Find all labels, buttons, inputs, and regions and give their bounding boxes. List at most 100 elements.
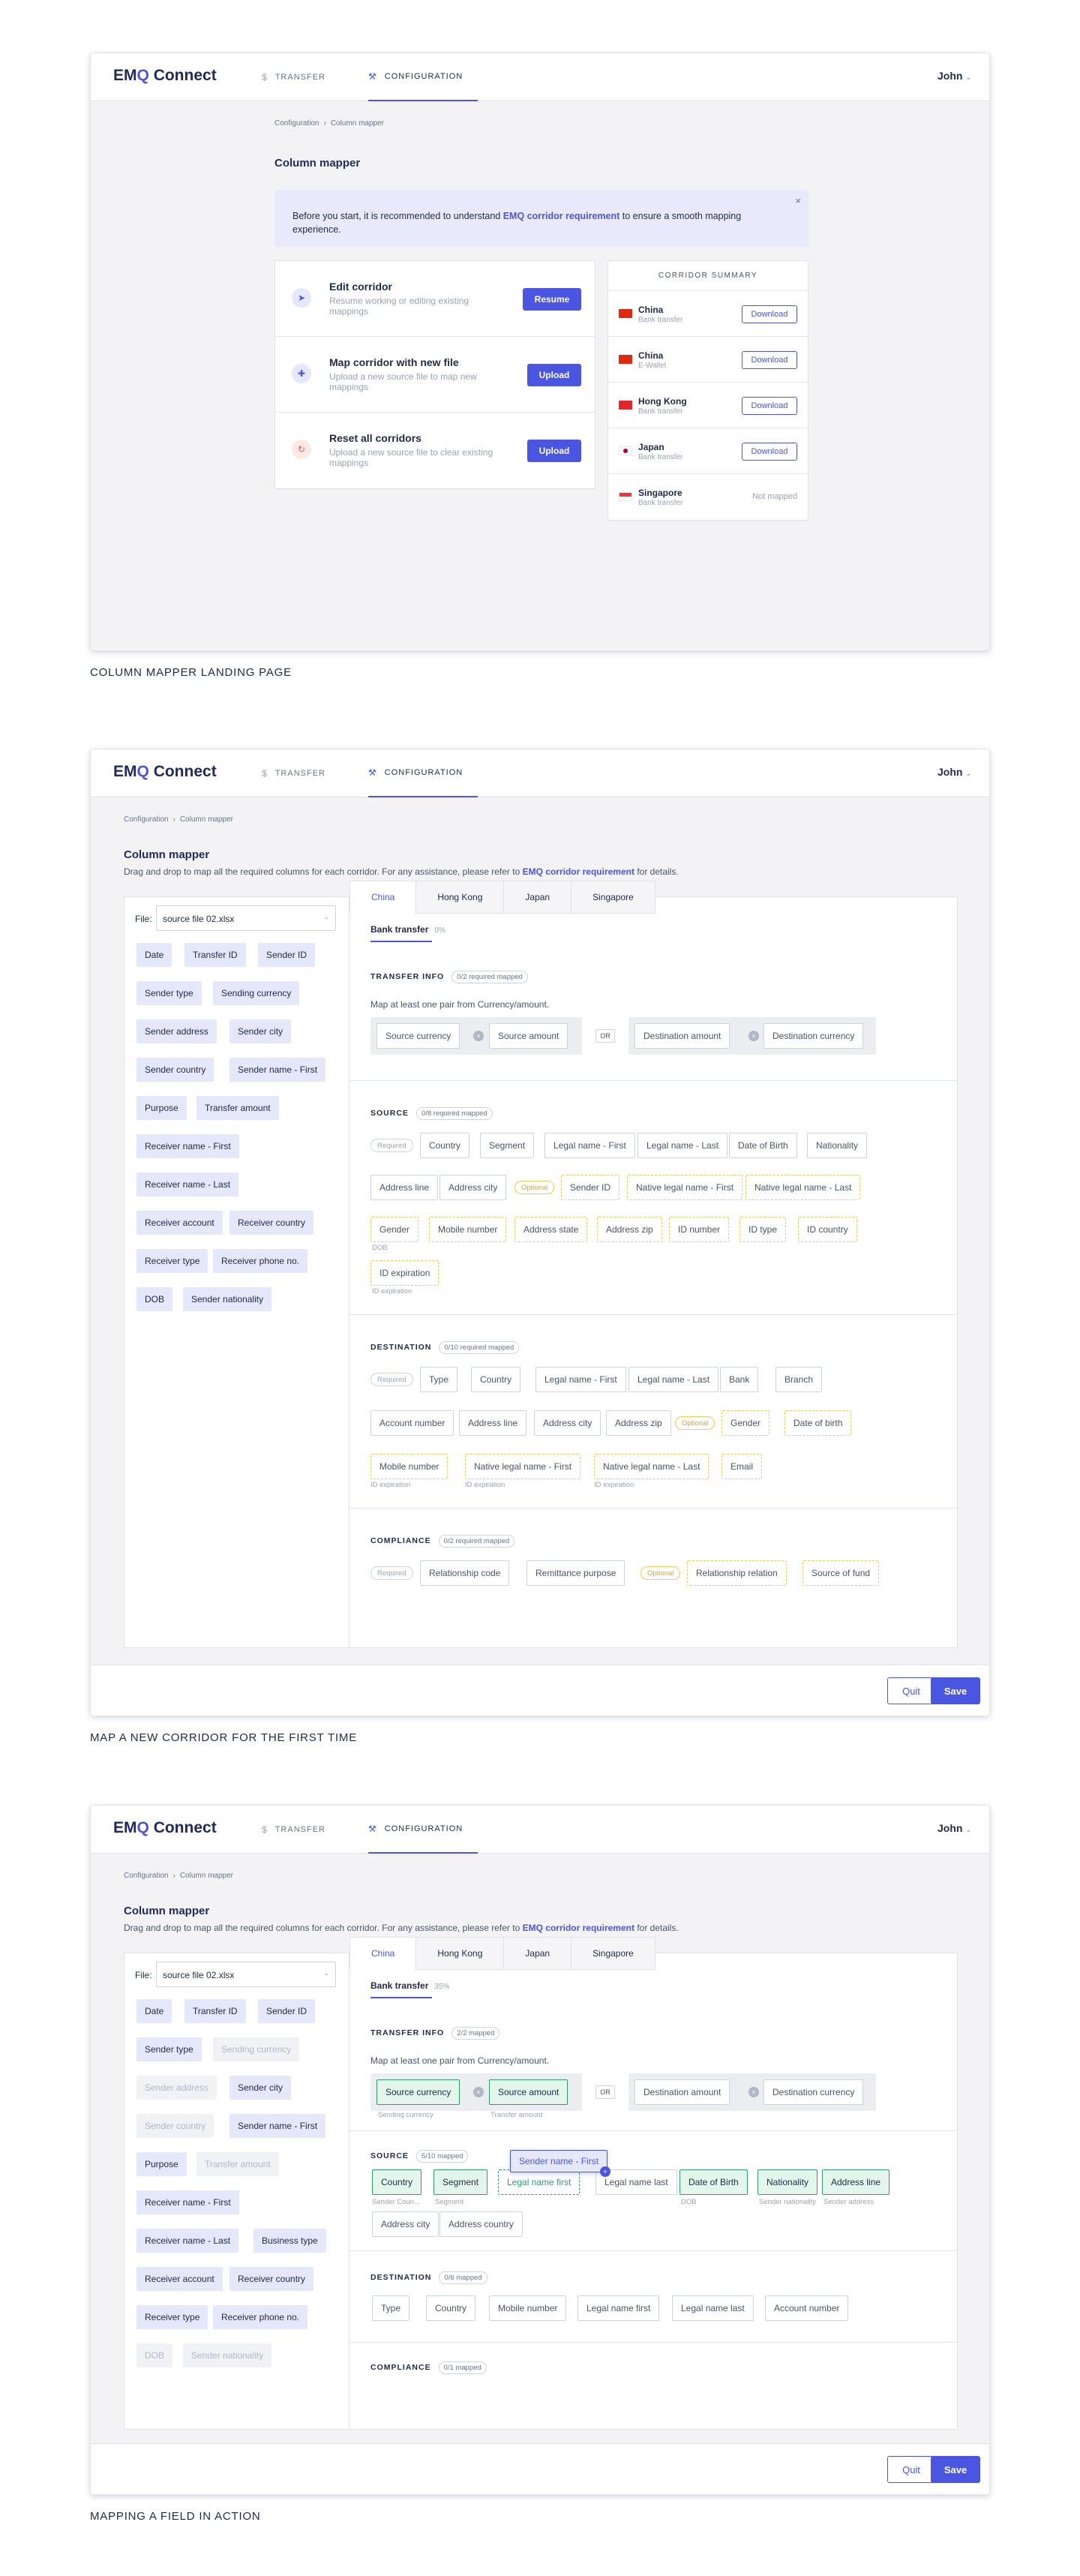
- column-chip[interactable]: Receiver type: [136, 1249, 208, 1273]
- column-chip[interactable]: Receiver country: [230, 1211, 314, 1235]
- drop-target[interactable]: Legal name first: [578, 2295, 660, 2321]
- drop-target[interactable]: Account number: [765, 2295, 849, 2321]
- column-chip-used[interactable]: DOB: [136, 2343, 173, 2367]
- drop-target[interactable]: Address line: [370, 1175, 439, 1200]
- column-chip[interactable]: Transfer ID: [184, 1999, 246, 2023]
- tab-japan[interactable]: Japan: [503, 881, 572, 914]
- drop-target[interactable]: Address city: [534, 1410, 602, 1436]
- drop-target[interactable]: Legal name - Last: [638, 1133, 728, 1158]
- drop-target[interactable]: Address line: [459, 1410, 527, 1436]
- upload-button[interactable]: Upload: [527, 364, 581, 386]
- drop-target-optional[interactable]: ID number: [669, 1217, 730, 1242]
- dragging-chip[interactable]: Sender name - First: [510, 2150, 608, 2172]
- clear-icon[interactable]: ×: [473, 2087, 484, 2097]
- save-button[interactable]: Save: [931, 2456, 980, 2483]
- download-button[interactable]: Download: [742, 305, 797, 323]
- column-chip[interactable]: Sender city: [230, 2076, 292, 2100]
- download-button[interactable]: Download: [742, 443, 797, 461]
- column-chip[interactable]: Receiver name - Last: [136, 2229, 239, 2253]
- drop-target-optional[interactable]: Native legal name - First: [627, 1175, 743, 1200]
- corridor-requirement-link[interactable]: EMQ corridor requirement: [523, 866, 634, 877]
- drop-target-mapped[interactable]: Address line: [822, 2169, 890, 2195]
- column-chip[interactable]: Transfer ID: [184, 943, 246, 967]
- drop-target-optional[interactable]: Sender ID: [561, 1175, 620, 1200]
- drop-target-optional[interactable]: Date of birth: [784, 1410, 852, 1436]
- column-chip[interactable]: Purpose: [136, 2152, 187, 2176]
- drop-target-mapped[interactable]: Nationality: [758, 2169, 818, 2195]
- drop-target[interactable]: Branch: [776, 1367, 823, 1392]
- column-chip-used[interactable]: Sender nationality: [183, 2343, 272, 2367]
- nav-configuration[interactable]: ⚒ CONFIGURATION: [368, 1806, 478, 1854]
- file-select[interactable]: source file 02.xlsx ⌄: [156, 1962, 336, 1987]
- column-chip[interactable]: Business type: [254, 2229, 326, 2253]
- drop-target[interactable]: Legal name - First: [536, 1367, 626, 1392]
- column-chip[interactable]: Sender ID: [258, 1999, 316, 2023]
- column-chip[interactable]: Receiver phone no.: [213, 1249, 308, 1273]
- download-button[interactable]: Download: [742, 351, 797, 369]
- column-chip-used[interactable]: Transfer amount: [196, 2152, 279, 2176]
- field-destination-currency[interactable]: Destination currency: [764, 1023, 864, 1049]
- drop-target-optional[interactable]: Mobile number: [370, 1454, 448, 1479]
- drop-target[interactable]: Nationality: [807, 1133, 868, 1158]
- field-destination-amount[interactable]: Destination amount: [634, 2079, 730, 2105]
- column-chip[interactable]: Receiver type: [136, 2305, 208, 2329]
- drop-target-hover[interactable]: Legal name first: [498, 2169, 580, 2195]
- drop-target[interactable]: Account number: [370, 1410, 454, 1436]
- drop-target-mapped[interactable]: Country: [372, 2169, 422, 2195]
- nav-transfer[interactable]: $ TRANSFER: [262, 749, 326, 797]
- column-chip[interactable]: Receiver account: [136, 1211, 223, 1235]
- tab-hong-kong[interactable]: Hong Kong: [416, 1937, 505, 1970]
- column-chip-used[interactable]: Sender address: [136, 2076, 217, 2100]
- column-chip[interactable]: Receiver phone no.: [213, 2305, 308, 2329]
- column-chip[interactable]: Sender city: [230, 1019, 292, 1043]
- column-chip[interactable]: Receiver account: [136, 2267, 223, 2291]
- clear-icon[interactable]: ×: [473, 1031, 484, 1041]
- drop-target-optional[interactable]: ID expiration: [370, 1260, 440, 1286]
- drop-target[interactable]: Bank: [720, 1367, 759, 1392]
- drop-target[interactable]: Address city: [440, 1175, 507, 1200]
- nav-configuration[interactable]: ⚒ CONFIGURATION: [368, 749, 478, 797]
- drop-target[interactable]: Legal name - First: [544, 1133, 635, 1158]
- nav-transfer[interactable]: $ TRANSFER: [262, 53, 326, 101]
- nav-configuration[interactable]: ⚒ CONFIGURATION: [368, 53, 478, 101]
- drop-target[interactable]: Legal name last: [672, 2295, 754, 2321]
- drop-target-mapped[interactable]: Date of Birth: [680, 2169, 748, 2195]
- drop-target[interactable]: Date of Birth: [729, 1133, 797, 1158]
- drop-target[interactable]: Legal name - Last: [628, 1367, 719, 1392]
- drop-target[interactable]: Country: [471, 1367, 521, 1392]
- drop-target-optional[interactable]: ID type: [740, 1217, 787, 1242]
- tab-singapore[interactable]: Singapore: [571, 881, 656, 914]
- drop-target-optional[interactable]: Native legal name - First: [465, 1454, 581, 1479]
- column-chip[interactable]: Sender type: [136, 2037, 202, 2061]
- drop-target[interactable]: Mobile number: [489, 2295, 567, 2321]
- column-chip[interactable]: Date: [136, 1999, 172, 2023]
- download-button[interactable]: Download: [742, 397, 797, 415]
- drop-target[interactable]: Remittance purpose: [526, 1560, 626, 1586]
- drop-target-optional[interactable]: Mobile number: [429, 1217, 507, 1242]
- drop-target-optional[interactable]: Gender: [370, 1217, 419, 1242]
- drop-target-optional[interactable]: Relationship relation: [687, 1560, 787, 1586]
- breadcrumb-root[interactable]: Configuration: [274, 119, 319, 128]
- subtab-bank-transfer[interactable]: Bank transfer 0%: [370, 924, 446, 942]
- drop-target-mapped[interactable]: Segment: [434, 2169, 488, 2195]
- column-chip[interactable]: Sender name - First: [230, 1058, 326, 1082]
- drop-target[interactable]: Address zip: [606, 1410, 671, 1436]
- column-chip[interactable]: DOB: [136, 1287, 173, 1311]
- drop-target-optional[interactable]: Native legal name - Last: [594, 1454, 710, 1479]
- drop-target[interactable]: Address city: [372, 2211, 440, 2237]
- drop-target-optional[interactable]: Address state: [514, 1217, 588, 1242]
- column-chip[interactable]: Receiver name - First: [136, 1134, 239, 1158]
- file-select[interactable]: source file 02.xlsx ⌄: [156, 905, 336, 931]
- drop-target-optional[interactable]: Address zip: [597, 1217, 662, 1242]
- drop-target-optional[interactable]: ID country: [798, 1217, 857, 1242]
- field-source-amount[interactable]: Source amount: [489, 1023, 568, 1049]
- app-logo[interactable]: EMQ Connect: [113, 1819, 217, 1837]
- breadcrumb-root[interactable]: Configuration: [124, 815, 168, 824]
- nav-transfer[interactable]: $ TRANSFER: [262, 1806, 326, 1854]
- drop-target-optional[interactable]: Gender: [722, 1410, 770, 1436]
- reset-upload-button[interactable]: Upload: [527, 440, 581, 462]
- quit-button[interactable]: Quit: [887, 2456, 935, 2483]
- tab-china[interactable]: China: [350, 881, 417, 914]
- column-chip-used[interactable]: Sender country: [136, 2114, 214, 2138]
- tab-china[interactable]: China: [350, 1937, 417, 1970]
